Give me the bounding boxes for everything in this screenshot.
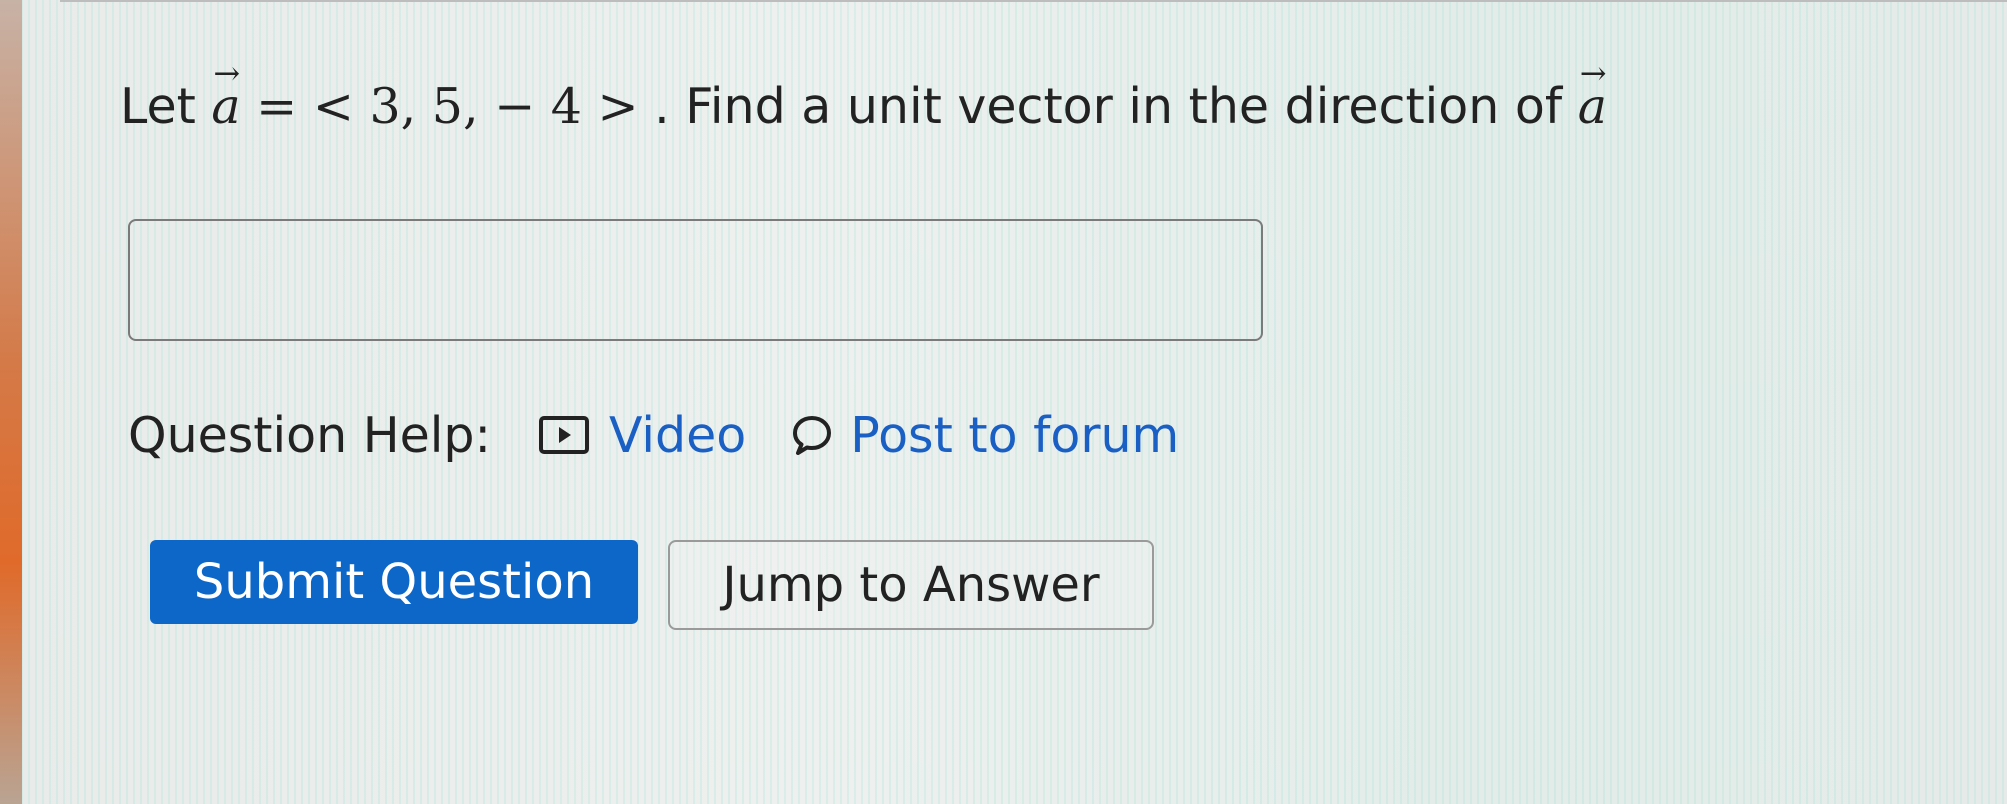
left-edge-decoration	[0, 0, 22, 804]
vector-a: → a	[211, 54, 240, 135]
video-link-label: Video	[608, 406, 747, 464]
post-to-forum-label: Post to forum	[850, 406, 1180, 464]
vector-arrow: →	[213, 54, 241, 92]
chat-bubble-icon	[793, 416, 832, 455]
video-link[interactable]: Video	[538, 406, 747, 464]
vector-arrow-end: →	[1579, 54, 1607, 92]
question-help-label: Question Help:	[128, 406, 491, 464]
top-divider	[60, 0, 2007, 2]
equals-sign: =	[256, 78, 298, 135]
answer-input[interactable]	[128, 219, 1263, 341]
jump-to-answer-button[interactable]: Jump to Answer	[668, 540, 1154, 630]
submit-question-button[interactable]: Submit Question	[150, 540, 638, 624]
post-to-forum-link[interactable]: Post to forum	[790, 407, 1179, 464]
vector-a-end: → a	[1578, 54, 1607, 135]
question-prefix: Let	[120, 78, 196, 135]
vector-value: < 3, 5, − 4 >	[312, 78, 639, 135]
question-text: Let → a = < 3, 5, − 4 > . Find a unit vec…	[120, 54, 1607, 135]
question-help: Question Help: Video Post to forum	[128, 405, 1179, 465]
question-suffix: . Find a unit vector in the direction of	[654, 78, 1563, 135]
video-play-icon	[538, 416, 589, 454]
